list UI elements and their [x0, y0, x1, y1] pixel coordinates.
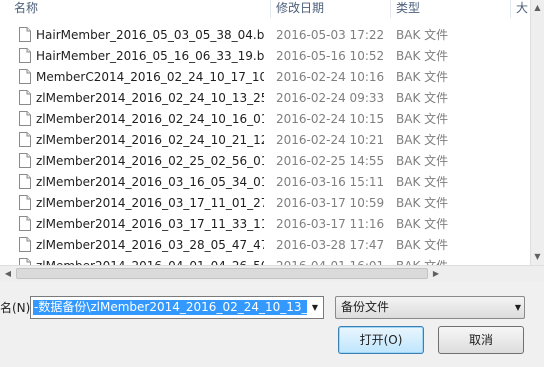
column-divider[interactable] [510, 0, 511, 18]
file-date: 2016-04-01 16:01 [276, 256, 388, 265]
vertical-scrollbar[interactable]: ▲ ▼ [530, 0, 544, 265]
file-row[interactable]: zlMember2014_2016_03_16_05_34_01... 2016-… [0, 172, 530, 193]
filename-input[interactable]: -数据备份\zlMember2014_2016_02_24_10_13_25 [33, 300, 323, 315]
horizontal-scrollbar[interactable]: ◀ ▶ [0, 265, 544, 281]
file-name: MemberC2014_2016_02_24_10_17_10... [36, 70, 264, 84]
file-row[interactable]: HairMember_2016_05_16_06_33_19.b... 2016-… [0, 46, 530, 67]
file-type: BAK 文件 [396, 112, 449, 126]
file-icon [19, 237, 31, 252]
file-row[interactable]: zlMember2014_2016_02_24_10_21_12... 2016-… [0, 130, 530, 151]
file-icon [19, 90, 31, 105]
file-row[interactable]: zlMember2014_2016_03_17_11_01_27... 2016-… [0, 193, 530, 214]
column-divider[interactable] [390, 0, 391, 18]
arrow-right-icon[interactable]: ▶ [428, 266, 444, 281]
file-date: 2016-02-24 10:21 [276, 133, 385, 147]
file-date: 2016-05-03 17:22 [276, 28, 385, 42]
file-icon [19, 48, 31, 63]
column-divider[interactable] [270, 0, 271, 18]
file-icon [19, 132, 31, 147]
filetype-select[interactable]: 备份文件 ▼ [335, 296, 525, 319]
file-date: 2016-05-16 10:52 [276, 49, 385, 63]
file-name: zlMember2014_2016_02_24_10_16_01... [36, 112, 264, 126]
chevron-down-icon[interactable]: ▼ [307, 297, 323, 318]
arrow-left-icon[interactable]: ◀ [0, 266, 16, 281]
file-type: BAK 文件 [396, 175, 449, 189]
file-type: BAK 文件 [396, 238, 449, 252]
file-date: 2016-02-25 14:55 [276, 154, 385, 168]
file-date: 2016-03-17 11:16 [276, 217, 385, 231]
file-row[interactable]: zlMember2014_2016_03_28_05_47_47... 2016-… [0, 235, 530, 256]
file-type: BAK 文件 [396, 49, 449, 63]
horizontal-scroll-thumb[interactable] [16, 268, 428, 279]
file-type: BAK 文件 [396, 154, 449, 168]
file-name: zlMember2014_2016_02_24_10_13_25... [36, 91, 264, 105]
filetype-selected: 备份文件 [341, 300, 390, 314]
file-row[interactable]: zlMember2014_2016_02_24_10_13_25... 2016-… [0, 88, 530, 109]
file-row[interactable]: HairMember_2016_05_03_05_38_04.b... 2016-… [0, 25, 530, 46]
file-icon [19, 174, 31, 189]
file-date: 2016-03-17 10:59 [276, 196, 385, 210]
file-name: zlMember2014_2016_03_17_11_01_27... [36, 196, 264, 210]
file-icon [19, 216, 31, 231]
file-name: zlMember2014_2016_03_16_05_34_01... [36, 175, 264, 189]
file-icon [19, 258, 31, 265]
file-row[interactable]: zlMember2014_2016_03_17_11_33_11... 2016-… [0, 214, 530, 235]
cancel-button[interactable]: 取消 [438, 326, 524, 354]
file-type: BAK 文件 [396, 217, 449, 231]
file-date: 2016-03-28 17:47 [276, 238, 385, 252]
file-icon [19, 153, 31, 168]
open-button[interactable]: 打开(O) [338, 326, 424, 354]
file-type: BAK 文件 [396, 91, 449, 105]
file-row[interactable]: MemberC2014_2016_02_24_10_17_10... 2016-0… [0, 67, 530, 88]
file-type: BAK 文件 [396, 70, 449, 84]
file-name: zlMember2014_2016_02_24_10_21_12... [36, 133, 264, 147]
file-type: BAK 文件 [396, 133, 449, 147]
file-type: BAK 文件 [396, 196, 449, 210]
file-name: HairMember_2016_05_16_06_33_19.b... [36, 49, 264, 63]
file-name: zlMember2014_2016_04_01_04_26_50... [36, 256, 264, 265]
file-type: BAK 文件 [396, 28, 449, 42]
filename-combobox[interactable]: -数据备份\zlMember2014_2016_02_24_10_13_25 ▼ [30, 296, 324, 319]
file-name: zlMember2014_2016_02_25_02_56_01... [36, 154, 264, 168]
column-header-type[interactable]: 类型 [396, 0, 506, 18]
file-list[interactable]: 名称 修改日期 类型 大 HairMember_2016_05_03_05_38… [0, 0, 530, 265]
file-date: 2016-03-16 15:11 [276, 175, 385, 189]
file-date: 2016-02-24 10:16 [276, 70, 385, 84]
file-date: 2016-02-24 10:15 [276, 112, 385, 126]
file-icon [19, 195, 31, 210]
file-name: zlMember2014_2016_03_28_05_47_47... [36, 238, 264, 252]
file-icon [19, 27, 31, 42]
file-row[interactable]: zlMember2014_2016_02_24_10_16_01... 2016-… [0, 109, 530, 130]
column-header: 名称 修改日期 类型 大 [0, 0, 530, 18]
column-header-size[interactable]: 大 [516, 0, 530, 18]
file-icon [19, 69, 31, 84]
column-header-name[interactable]: 名称 [14, 0, 264, 18]
file-row[interactable]: zlMember2014_2016_02_25_02_56_01... 2016-… [0, 151, 530, 172]
chevron-down-icon[interactable]: ▼ [515, 297, 521, 318]
file-row[interactable]: zlMember2014_2016_04_01_04_26_50... 2016-… [0, 256, 530, 265]
arrow-down-icon[interactable]: ▼ [531, 249, 544, 265]
file-icon [19, 111, 31, 126]
file-name: zlMember2014_2016_03_17_11_33_11... [36, 217, 264, 231]
arrow-up-icon[interactable]: ▲ [531, 0, 544, 16]
file-type: BAK 文件 [396, 256, 506, 265]
column-header-date[interactable]: 修改日期 [276, 0, 386, 18]
file-name: HairMember_2016_05_03_05_38_04.b... [36, 28, 264, 42]
file-date: 2016-02-24 09:33 [276, 91, 385, 105]
